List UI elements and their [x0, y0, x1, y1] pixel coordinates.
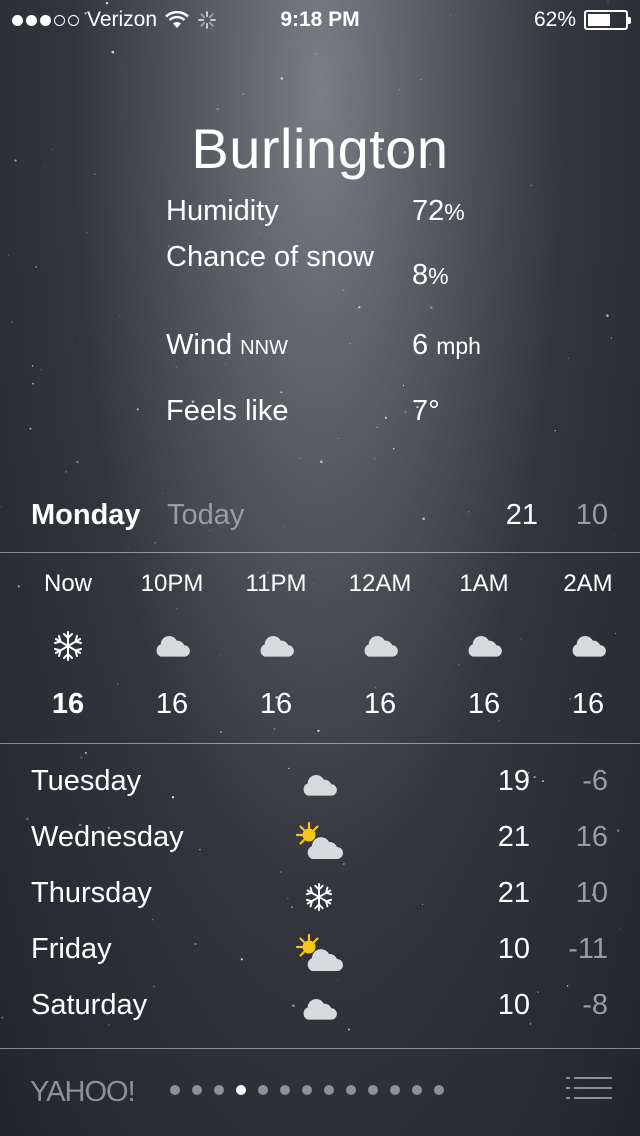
daily-high: 10 [497, 989, 530, 1021]
daily-day: Thursday [31, 877, 152, 909]
battery-icon [584, 10, 631, 30]
daily-day: Friday [31, 933, 112, 965]
battery-percent: 62% [533, 8, 576, 31]
daily-low: -8 [582, 989, 608, 1021]
detail-value: 72% [412, 195, 465, 227]
detail-label: Humidity [166, 195, 279, 227]
hour-time: 1AM [459, 570, 509, 597]
hour-column: Now 16 [16, 566, 120, 721]
daily-high: 21 [497, 821, 530, 853]
daily-day: Tuesday [31, 765, 142, 797]
detail-value: 7° [412, 395, 440, 427]
page-dot[interactable] [192, 1085, 202, 1095]
daily-high: 10 [497, 933, 530, 965]
page-dot[interactable] [390, 1085, 400, 1095]
daily-low: -6 [582, 765, 608, 797]
detail-chance-of-snow: Chance of snow 8% [166, 238, 586, 330]
hour-column: 2AM 16 [536, 566, 640, 721]
page-dot[interactable] [280, 1085, 290, 1095]
daily-row: Tuesday 19 -6 [0, 760, 640, 816]
detail-humidity: Humidity 72% [166, 192, 586, 238]
detail-feels-like: Feels like 7° [166, 392, 586, 438]
hour-column: 12AM 16 [328, 566, 432, 721]
partly-sunny-icon [284, 818, 354, 864]
hour-column: 1AM 16 [432, 566, 536, 721]
page-dot[interactable] [236, 1085, 246, 1095]
page-dot[interactable] [214, 1085, 224, 1095]
hour-time: Now [43, 570, 92, 597]
divider [0, 743, 640, 744]
detail-wind: Wind NNW 6 mph [166, 326, 586, 398]
today-low: 10 [575, 499, 608, 531]
detail-label: Wind NNW [166, 329, 288, 361]
detail-value: 6 mph [412, 329, 481, 361]
snowflake-icon [284, 874, 354, 920]
page-dot[interactable] [346, 1085, 356, 1095]
divider [0, 552, 640, 553]
hour-column: 11PM 16 [224, 566, 328, 721]
snowflake-icon [16, 616, 120, 676]
hour-column: 10PM 16 [120, 566, 224, 721]
page-dot[interactable] [368, 1085, 378, 1095]
cloud-icon [224, 616, 328, 676]
daily-forecast: Tuesday 19 -6 Wednesday 21 16 Thursday 2… [0, 760, 640, 1040]
daily-row: Thursday 21 10 [0, 872, 640, 928]
today-tag: Today [167, 499, 245, 531]
daily-high: 19 [497, 765, 530, 797]
detail-label: Feels like [166, 395, 289, 427]
hour-time: 2AM [563, 570, 613, 597]
page-dot[interactable] [324, 1085, 334, 1095]
daily-row: Saturday 10 -8 [0, 984, 640, 1040]
footer-bar: YAHOO! [0, 1049, 640, 1136]
page-dot[interactable] [302, 1085, 312, 1095]
cloud-icon [284, 762, 354, 808]
cloud-icon [284, 986, 354, 1032]
hour-temp: 16 [467, 688, 501, 720]
city-name: Burlington [191, 117, 449, 180]
daily-low: -11 [568, 933, 608, 965]
daily-row: Wednesday 21 16 [0, 816, 640, 872]
daily-low: 10 [575, 877, 608, 909]
cloud-icon [120, 616, 224, 676]
yahoo-logo-link[interactable]: YAHOO! [30, 1076, 136, 1109]
daily-low: 16 [575, 821, 608, 853]
cloud-icon [328, 616, 432, 676]
hour-temp: 16 [155, 688, 189, 720]
today-summary: Monday Today 21 10 [0, 496, 640, 540]
cloud-icon [536, 616, 640, 676]
daily-day: Wednesday [31, 821, 184, 853]
hour-time: 10PM [140, 570, 204, 597]
page-dot[interactable] [258, 1085, 268, 1095]
hour-time: 11PM [245, 570, 307, 597]
today-high: 21 [505, 499, 538, 531]
page-dot[interactable] [170, 1085, 180, 1095]
hourly-forecast[interactable]: Now 16 10PM 16 11PM 16 12AM 16 1AM 16 2A… [16, 566, 640, 736]
wind-direction: NNW [240, 337, 288, 359]
partly-sunny-icon [284, 930, 354, 976]
hour-temp: 16 [51, 688, 85, 720]
status-bar: Verizon 9:18 PM 62% [0, 0, 640, 40]
daily-high: 21 [497, 877, 530, 909]
page-indicator[interactable] [170, 1085, 444, 1095]
page-dot[interactable] [434, 1085, 444, 1095]
hour-temp: 16 [259, 688, 293, 720]
cloud-icon [432, 616, 536, 676]
daily-day: Saturday [31, 989, 148, 1021]
city-list-icon[interactable] [566, 1075, 612, 1107]
hour-time: 12AM [348, 570, 412, 597]
detail-value: 8% [412, 259, 449, 291]
hour-temp: 16 [363, 688, 397, 720]
page-dot[interactable] [412, 1085, 422, 1095]
daily-row: Friday 10 -11 [0, 928, 640, 984]
hour-temp: 16 [571, 688, 605, 720]
detail-label: Chance of snow [166, 241, 374, 273]
today-day: Monday [31, 499, 141, 531]
